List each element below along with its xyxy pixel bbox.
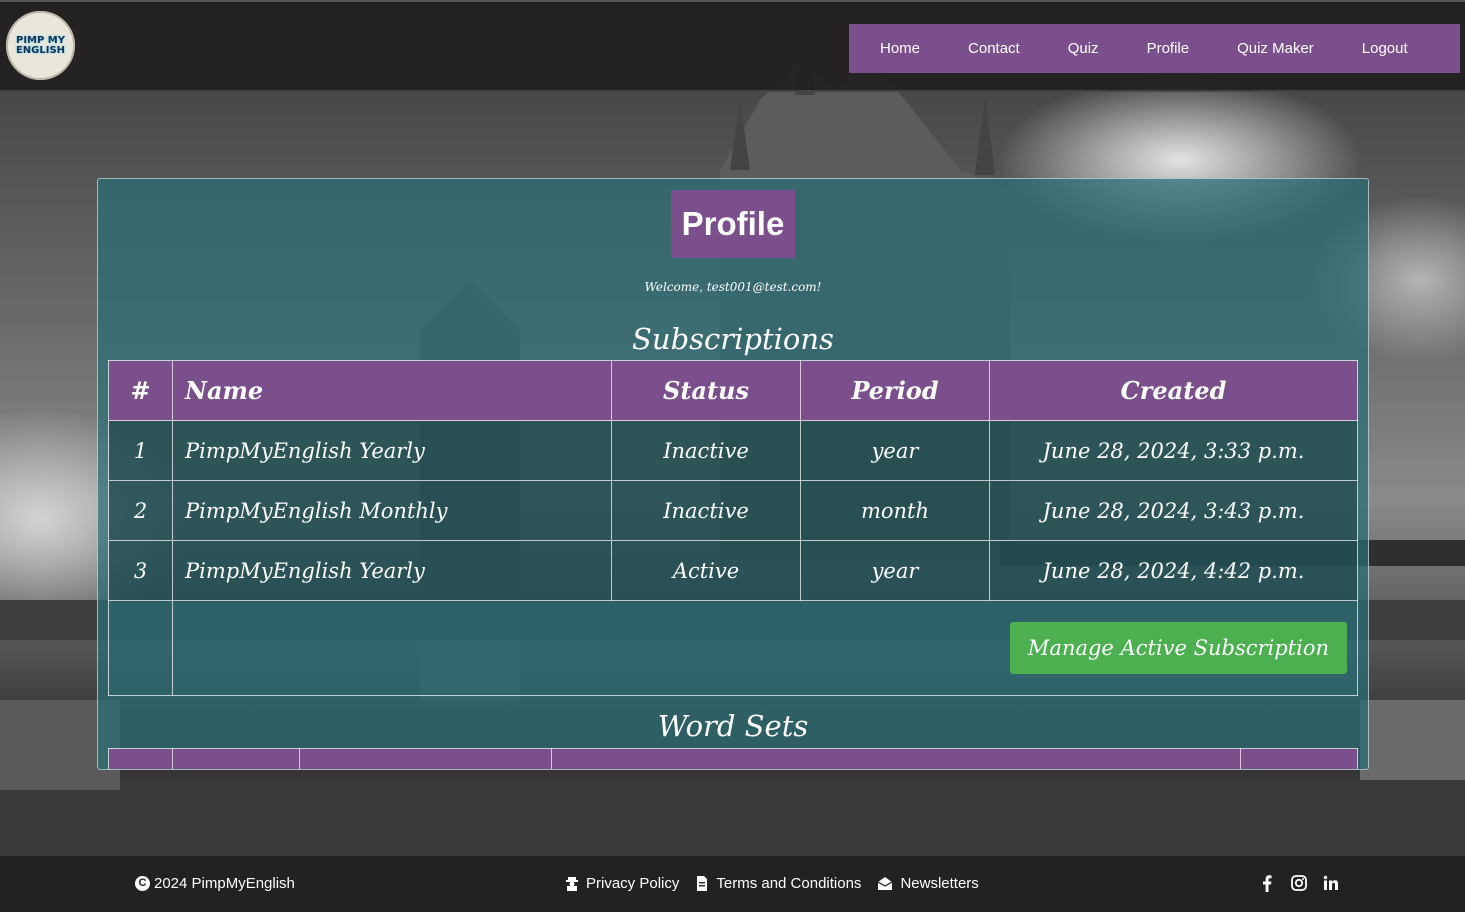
site-logo[interactable]: PIMP MY ENGLISH [6,11,75,80]
site-footer: C 2024 PimpMyEnglish Privacy Policy Term… [0,855,1465,912]
cell-period: year [800,540,990,601]
column-header [551,748,1241,769]
cell-created: June 28, 2024, 4:42 p.m. [989,540,1358,601]
cell-number: 3 [108,540,173,601]
table-header-row: # Name Status Period Created [108,360,1358,421]
user-secret-icon [566,877,578,891]
table-header-row [108,748,1358,769]
file-icon [697,876,708,891]
word-sets-table [108,748,1358,769]
copyright-text: 2024 PimpMyEnglish [154,875,295,892]
subscriptions-heading: Subscriptions [632,322,834,356]
newsletters-label: Newsletters [900,875,979,892]
action-cell: Manage Active Subscription [172,600,1358,696]
linkedin-icon[interactable] [1323,874,1339,892]
subscriptions-table: # Name Status Period Created 1 PimpMyEng… [108,360,1358,696]
profile-panel: Profile Welcome, test001@test.com! Subsc… [97,178,1369,770]
word-sets-heading: Word Sets [657,709,809,743]
column-header [299,748,552,769]
facebook-icon[interactable] [1259,874,1275,892]
column-header-created: Created [989,360,1358,421]
cell-period: year [800,420,990,481]
copyright-icon: C [135,876,150,891]
nav-contact[interactable]: Contact [944,40,1044,57]
table-row: 1 PimpMyEnglish Yearly Inactive year Jun… [108,420,1358,481]
nav-quiz[interactable]: Quiz [1044,40,1123,57]
column-header [172,748,300,769]
table-row: 2 PimpMyEnglish Monthly Inactive month J… [108,480,1358,541]
instagram-icon[interactable] [1291,874,1307,892]
column-header-period: Period [800,360,990,421]
cell-number: 2 [108,480,173,541]
cell-number: 1 [108,420,173,481]
cell-name: PimpMyEnglish Monthly [172,480,612,541]
cell-status: Inactive [611,420,801,481]
privacy-policy-link[interactable]: Privacy Policy [565,875,679,892]
nav-quiz-maker[interactable]: Quiz Maker [1213,40,1338,57]
envelope-open-icon [878,877,893,890]
main-nav: Home Contact Quiz Profile Quiz Maker Log… [849,24,1460,73]
cell-created: June 28, 2024, 3:43 p.m. [989,480,1358,541]
column-header [1240,748,1358,769]
cell-period: month [800,480,990,541]
cell-status: Inactive [611,480,801,541]
terms-label: Terms and Conditions [716,875,862,892]
manage-subscription-button[interactable]: Manage Active Subscription [1009,622,1347,674]
column-header [108,748,173,769]
column-header-status: Status [611,360,801,421]
column-header-name: Name [172,360,612,421]
empty-cell [108,600,173,696]
newsletters-link[interactable]: Newsletters [877,875,979,892]
nav-home[interactable]: Home [856,40,944,57]
table-row: 3 PimpMyEnglish Yearly Active year June … [108,540,1358,601]
nav-logout[interactable]: Logout [1338,40,1432,57]
logo-text: PIMP MY ENGLISH [15,34,66,56]
cell-status: Active [611,540,801,601]
nav-profile[interactable]: Profile [1123,40,1214,57]
cell-name: PimpMyEnglish Yearly [172,540,612,601]
cell-name: PimpMyEnglish Yearly [172,420,612,481]
cell-created: June 28, 2024, 3:33 p.m. [989,420,1358,481]
site-header: PIMP MY ENGLISH Home Contact Quiz Profil… [0,0,1465,92]
column-header-number: # [108,360,173,421]
social-links [1259,874,1339,892]
terms-link[interactable]: Terms and Conditions [695,875,861,892]
footer-links: Privacy Policy Terms and Conditions News… [565,875,979,892]
welcome-message: Welcome, test001@test.com! [644,280,822,294]
privacy-policy-label: Privacy Policy [586,875,680,892]
table-action-row: Manage Active Subscription [108,600,1358,696]
page-title: Profile [671,190,795,258]
copyright: C 2024 PimpMyEnglish [135,875,295,892]
